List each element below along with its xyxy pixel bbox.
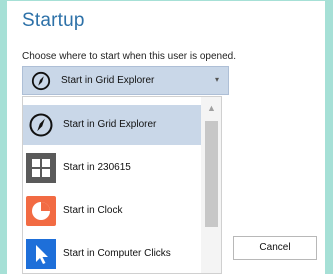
page-title: Startup (22, 10, 85, 31)
clock-icon (26, 196, 56, 226)
cancel-button[interactable]: Cancel (233, 236, 317, 260)
dropdown-item-label: Start in Computer Clicks (63, 248, 171, 259)
startup-select[interactable]: Start in Grid Explorer ▾ (22, 66, 229, 95)
page-subtitle: Choose where to start when this user is … (22, 51, 237, 62)
compass-icon (29, 113, 53, 137)
compass-icon (31, 71, 51, 91)
grid-icon (26, 153, 56, 183)
startup-select-value: Start in Grid Explorer (61, 75, 155, 86)
scroll-up-icon[interactable]: ▲ (201, 103, 221, 113)
scrollbar-thumb[interactable] (205, 121, 218, 227)
pointer-icon (26, 239, 56, 269)
dropdown-item-grid-explorer[interactable]: Start in Grid Explorer (23, 105, 201, 145)
dropdown-item-label: Start in Clock (63, 205, 123, 216)
startup-dropdown-list: Start in Grid Explorer Start in 230615 S… (22, 96, 222, 274)
dropdown-item-label: Start in Grid Explorer (63, 119, 157, 130)
chevron-down-icon: ▾ (214, 75, 219, 84)
dropdown-item-230615[interactable]: Start in 230615 (23, 148, 201, 188)
dropdown-item-label: Start in 230615 (63, 162, 131, 173)
dropdown-item-clock[interactable]: Start in Clock (23, 191, 201, 231)
dropdown-item-computer-clicks[interactable]: Start in Computer Clicks (23, 234, 201, 273)
dropdown-scrollbar[interactable]: ▲ (201, 97, 221, 273)
